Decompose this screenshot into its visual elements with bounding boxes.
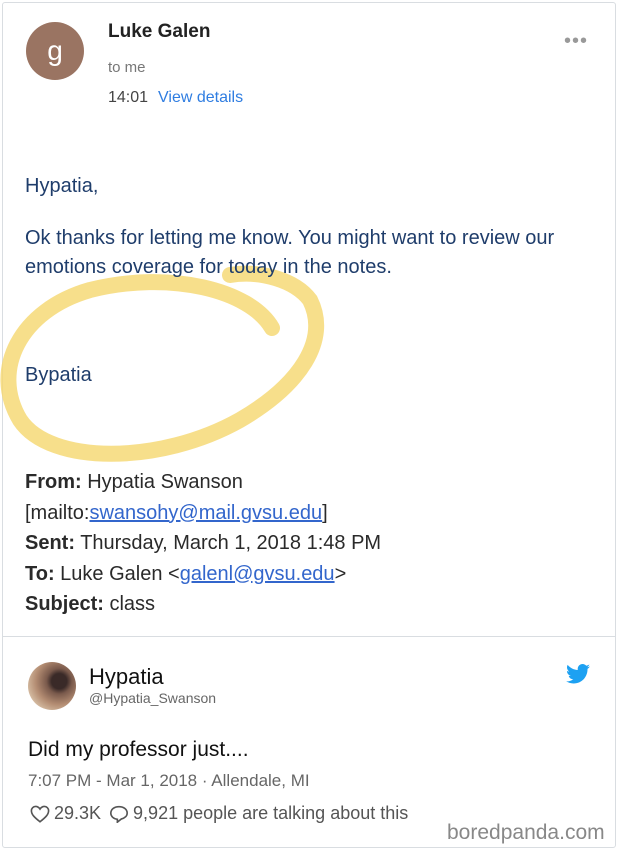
tweet-meta[interactable]: 7:07 PM - Mar 1, 2018 · Allendale, MI xyxy=(28,771,310,791)
tweet-handle[interactable]: @Hypatia_Swanson xyxy=(89,690,216,706)
tweet-actions: 29.3K 9,921 people are talking about thi… xyxy=(30,803,408,824)
sender-avatar[interactable]: g xyxy=(26,22,84,80)
mailto-line: [mailto:swansohy@mail.gvsu.edu] xyxy=(25,498,381,529)
to-line: To: Luke Galen <galenl@gvsu.edu> xyxy=(25,559,381,590)
more-icon[interactable]: ••• xyxy=(564,30,588,53)
sender-name: Luke Galen xyxy=(108,21,211,42)
divider xyxy=(3,636,615,637)
reply-summary: 9,921 people are talking about this xyxy=(133,803,409,823)
email-greeting: Hypatia, xyxy=(25,175,99,197)
tweet-avatar[interactable] xyxy=(28,662,76,710)
sent-line: Sent: Thursday, March 1, 2018 1:48 PM xyxy=(25,528,381,559)
tweet-author-name[interactable]: Hypatia xyxy=(89,664,164,690)
subject-line: Subject: class xyxy=(25,589,381,620)
quoted-header: From: Hypatia Swanson [mailto:swansohy@m… xyxy=(25,467,381,620)
to-suffix: > xyxy=(334,562,347,585)
sent-value: Thursday, March 1, 2018 1:48 PM xyxy=(80,532,382,554)
mailto-suffix: ] xyxy=(322,501,328,524)
email-message: Ok thanks for letting me know. You might… xyxy=(25,227,555,278)
from-name: Hypatia Swanson xyxy=(87,471,243,493)
heart-icon xyxy=(30,805,50,823)
from-email-link[interactable]: swansohy@mail.gvsu.edu xyxy=(89,502,322,524)
to-name: Luke Galen < xyxy=(60,562,180,585)
view-details-link[interactable]: View details xyxy=(158,89,243,107)
twitter-bird-icon[interactable] xyxy=(566,664,590,684)
like-count: 29.3K xyxy=(54,803,102,823)
reply-bubble-icon xyxy=(110,805,129,823)
reply-button[interactable]: 9,921 people are talking about this xyxy=(109,803,408,824)
to-email-link[interactable]: galenl@gvsu.edu xyxy=(180,563,335,585)
to-label: To: xyxy=(25,562,55,585)
watermark: boredpanda.com xyxy=(447,821,605,844)
mailto-prefix: [mailto: xyxy=(25,501,90,524)
like-button[interactable]: 29.3K xyxy=(30,803,101,824)
screenshot-frame xyxy=(2,2,616,848)
tweet-text: Did my professor just.... xyxy=(28,738,249,761)
email-time: 14:01 xyxy=(108,89,149,106)
subject-value: class xyxy=(109,593,156,615)
email-signoff: Bypatia xyxy=(25,364,92,386)
from-line: From: Hypatia Swanson xyxy=(25,467,381,498)
sent-label: Sent: xyxy=(25,532,75,554)
subject-label: Subject: xyxy=(25,593,104,615)
avatar-letter: g xyxy=(47,35,63,66)
recipient-label: to me xyxy=(108,59,146,76)
from-label: From: xyxy=(25,471,82,493)
